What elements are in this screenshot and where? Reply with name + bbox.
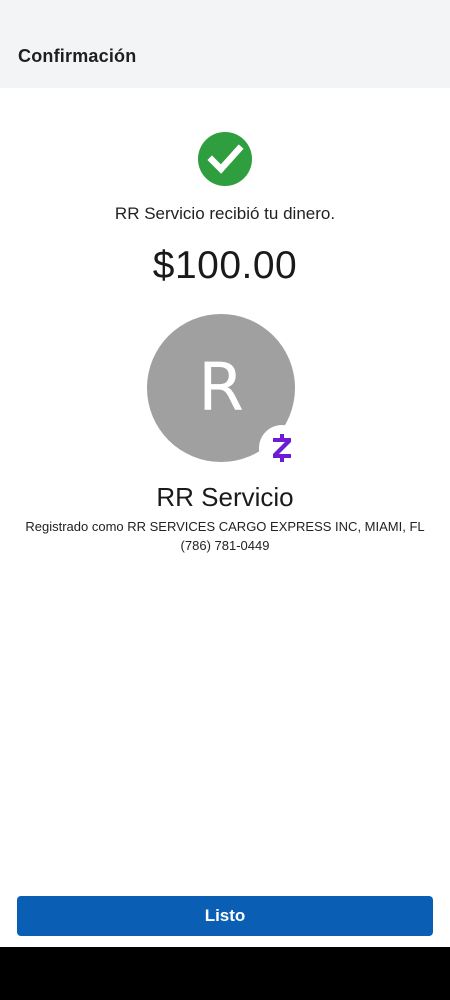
zelle-badge xyxy=(259,425,305,471)
check-circle-icon xyxy=(198,132,252,186)
page-title: Confirmación xyxy=(18,46,137,66)
header-bar: Confirmación xyxy=(0,0,450,88)
done-button[interactable]: Listo xyxy=(17,896,433,936)
zelle-icon xyxy=(273,434,291,462)
recipient-phone: (786) 781-0449 xyxy=(180,538,270,553)
system-navigation-bar xyxy=(0,947,450,1000)
payment-amount: $100.00 xyxy=(152,244,298,287)
registered-as-text: Registrado como RR SERVICES CARGO EXPRES… xyxy=(25,519,425,534)
confirmation-message: RR Servicio recibió tu dinero. xyxy=(114,204,336,223)
recipient-name: RR Servicio xyxy=(156,482,294,512)
